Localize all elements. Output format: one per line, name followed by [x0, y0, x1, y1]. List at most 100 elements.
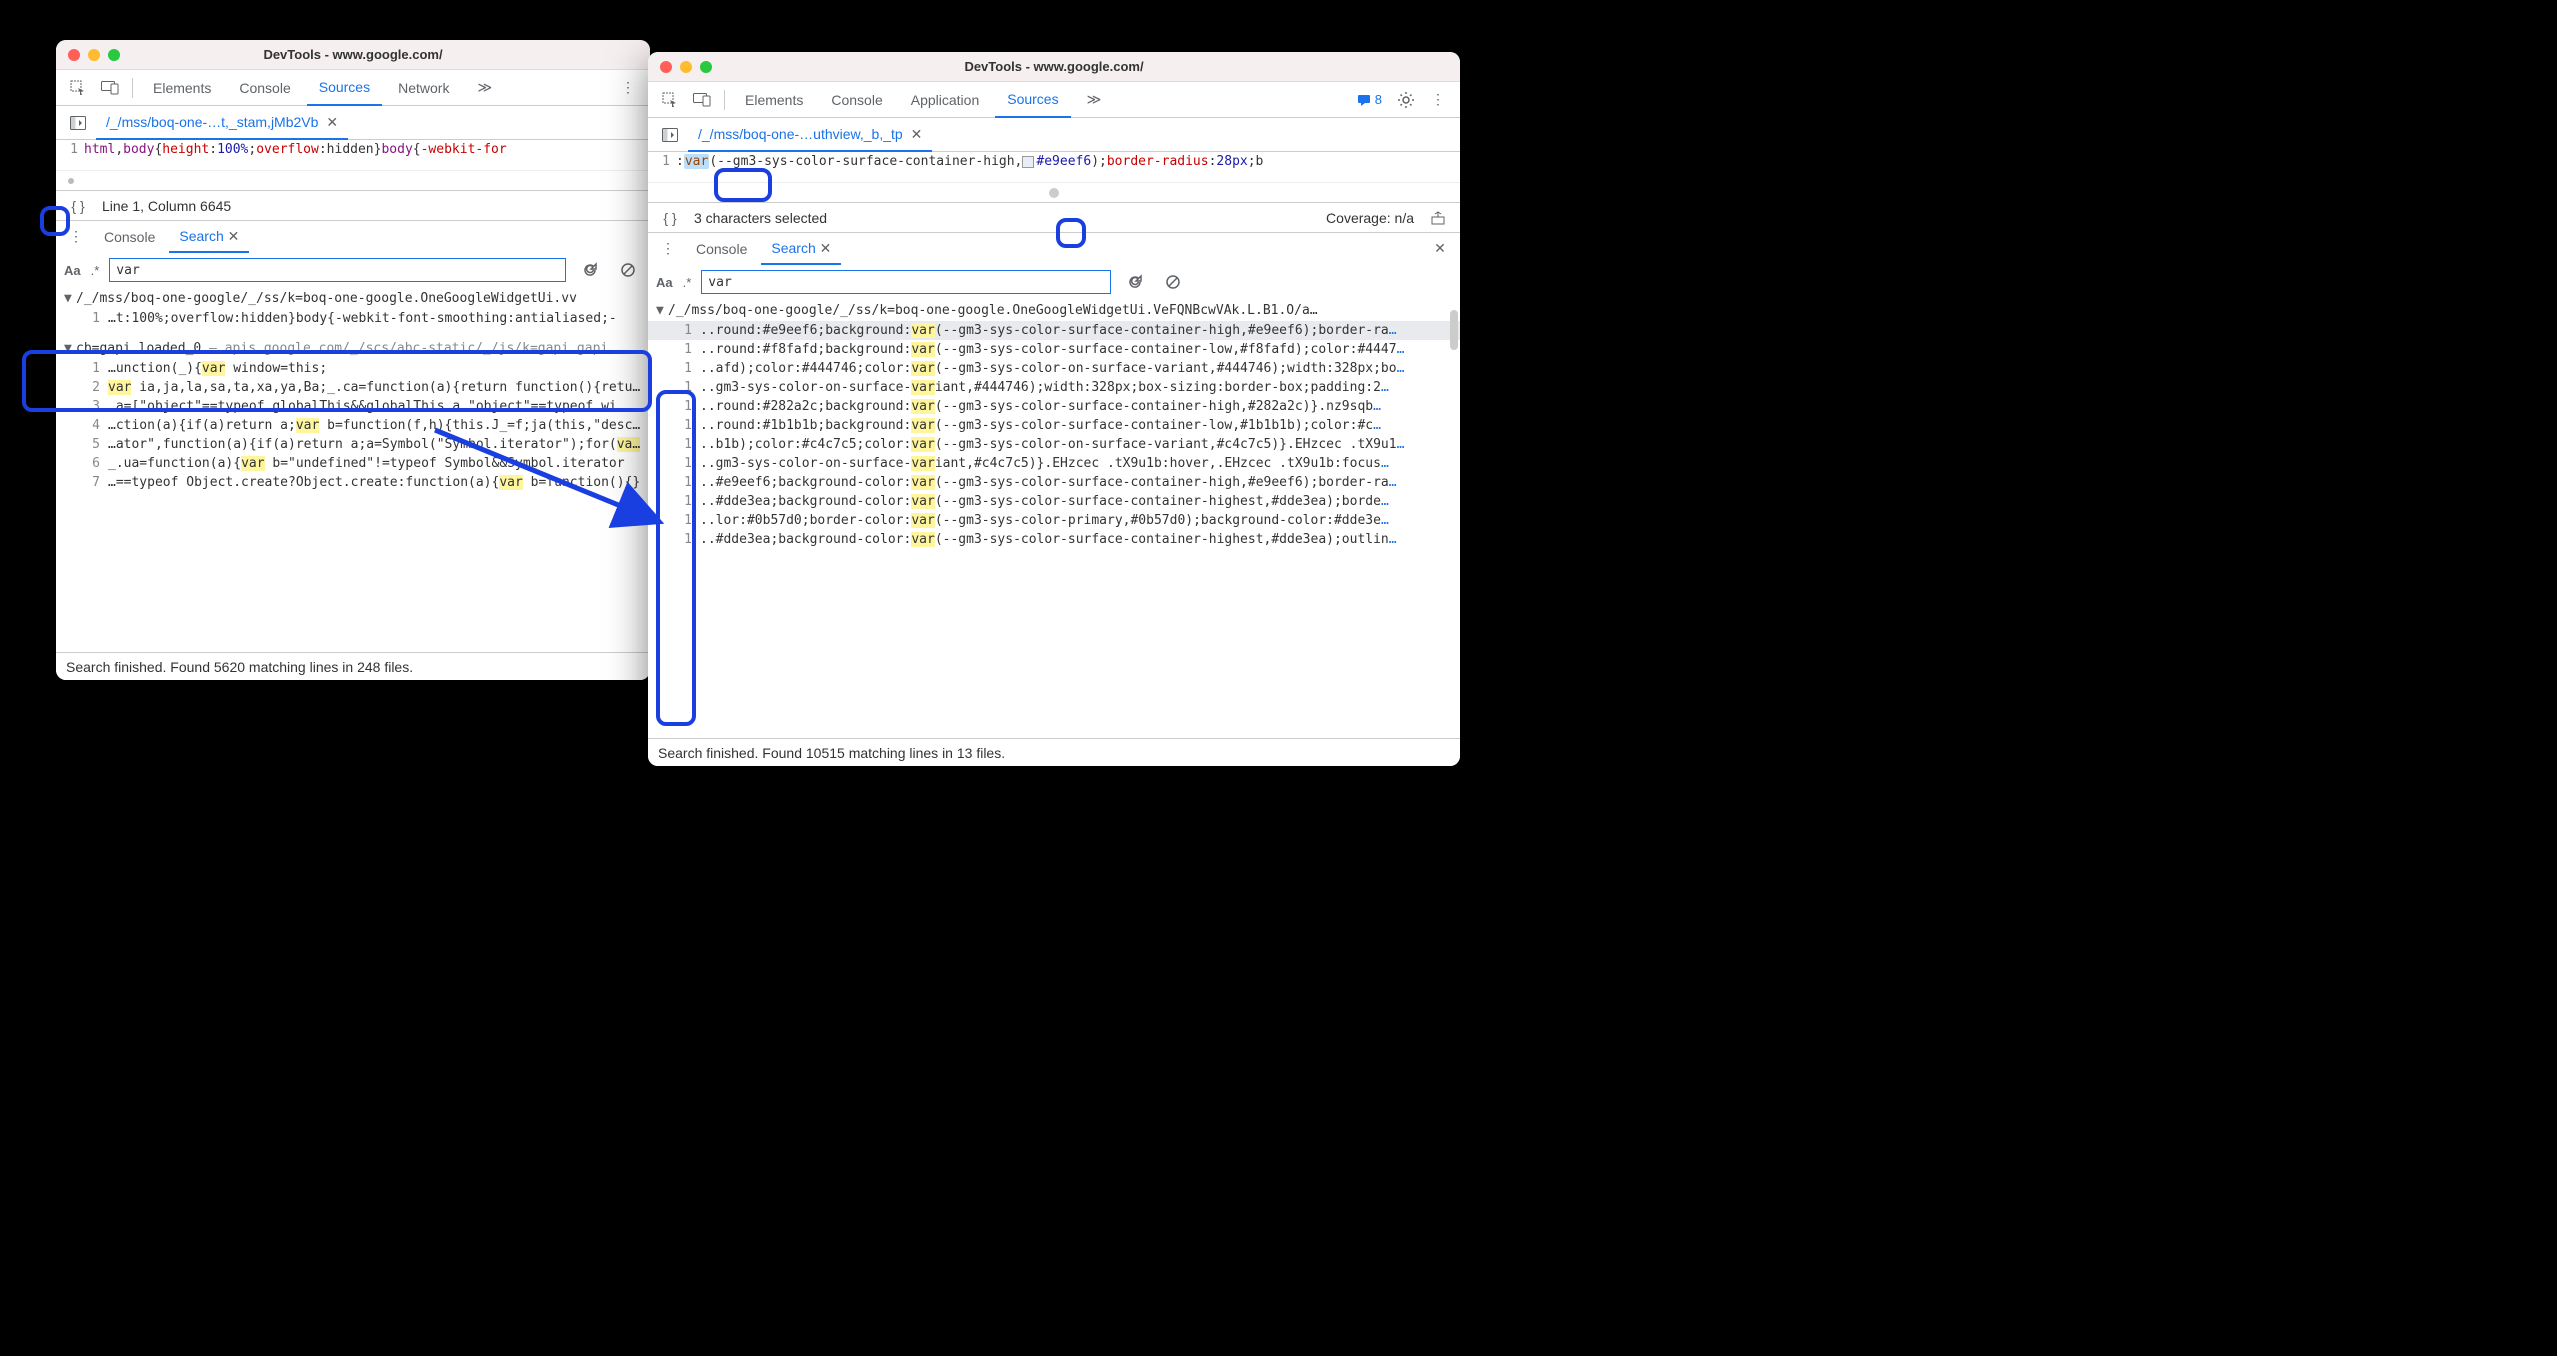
window-controls[interactable]	[660, 61, 712, 73]
inspect-icon[interactable]	[656, 86, 684, 114]
device-toolbar-icon[interactable]	[688, 86, 716, 114]
scrollbar-thumb[interactable]	[1450, 310, 1458, 350]
search-status: Search finished. Found 10515 matching li…	[648, 738, 1460, 766]
more-icon[interactable]: ⋮	[614, 74, 642, 102]
result-row[interactable]: 5…ator",function(a){if(a)return a;a=Symb…	[56, 435, 650, 454]
result-row[interactable]: 1..round:#f8fafd;background:var(--gm3-sy…	[648, 340, 1460, 359]
regex-toggle[interactable]: .*	[683, 275, 692, 290]
result-row[interactable]: 1..lor:#0b57d0;border-color:var(--gm3-sy…	[648, 511, 1460, 530]
drawer-more-icon[interactable]: ⋮	[62, 223, 90, 251]
window-controls[interactable]	[68, 49, 120, 61]
match-case-toggle[interactable]: Aa	[64, 263, 81, 278]
editor-status: { } 3 characters selected Coverage: n/a	[648, 202, 1460, 232]
window-title: DevTools - www.google.com/	[648, 59, 1460, 74]
result-row[interactable]: 2var ia,ja,la,sa,ta,xa,ya,Ba;_.ca=functi…	[56, 378, 650, 397]
inspect-icon[interactable]	[64, 74, 92, 102]
code-line[interactable]: html,body{height:100%;overflow:hidden}bo…	[84, 140, 507, 170]
maximize-window-icon[interactable]	[700, 61, 712, 73]
file-tabs: /_/mss/boq-one-…uthview,_b,_tp ✕	[648, 118, 1460, 152]
result-file-header[interactable]: ▼/_/mss/boq-one-google/_/ss/k=boq-one-go…	[56, 288, 650, 309]
close-window-icon[interactable]	[68, 49, 80, 61]
device-toolbar-icon[interactable]	[96, 74, 124, 102]
result-file-header[interactable]: ▼cb=gapi.loaded_0 — apis.google.com/_/sc…	[56, 338, 650, 359]
file-tabs: /_/mss/boq-one-…t,_stam,jMb2Vb ✕	[56, 106, 650, 140]
coverage-icon[interactable]	[1424, 204, 1452, 232]
close-drawer-icon[interactable]: ✕	[1426, 235, 1454, 263]
result-row[interactable]: 7…==typeof Object.create?Object.create:f…	[56, 473, 650, 492]
result-row[interactable]: 1..round:#e9eef6;background:var(--gm3-sy…	[648, 321, 1460, 340]
maximize-window-icon[interactable]	[108, 49, 120, 61]
result-row[interactable]: 1..b1b);color:#c4c7c5;color:var(--gm3-sy…	[648, 435, 1460, 454]
show-navigator-icon[interactable]	[656, 121, 684, 149]
result-row[interactable]: 6_.ua=function(a){var b="undefined"!=typ…	[56, 454, 650, 473]
result-row[interactable]: 1…t:100%;overflow:hidden}body{-webkit-fo…	[56, 309, 650, 328]
drawer-tab-search[interactable]: Search ✕	[169, 222, 249, 253]
minimize-window-icon[interactable]	[88, 49, 100, 61]
search-input[interactable]	[109, 258, 566, 282]
minimize-window-icon[interactable]	[680, 61, 692, 73]
result-file-header[interactable]: ▼/_/mss/boq-one-google/_/ss/k=boq-one-go…	[648, 300, 1460, 321]
tab-overflow[interactable]: ≫	[1075, 82, 1114, 117]
close-icon[interactable]: ✕	[911, 126, 923, 143]
result-row[interactable]: 1..afd);color:#444746;color:var(--gm3-sy…	[648, 359, 1460, 378]
drawer-tab-search[interactable]: Search ✕	[761, 234, 841, 265]
line-number: 1	[648, 152, 670, 172]
regex-toggle[interactable]: .*	[91, 263, 100, 278]
tab-elements[interactable]: Elements	[733, 82, 815, 117]
search-toolbar: Aa .*	[648, 264, 1460, 300]
result-row[interactable]: 1..round:#1b1b1b;background:var(--gm3-sy…	[648, 416, 1460, 435]
refresh-icon[interactable]	[576, 256, 604, 284]
result-row[interactable]: 1..gm3-sys-color-on-surface-variant,#c4c…	[648, 454, 1460, 473]
tab-application[interactable]: Application	[899, 82, 992, 117]
drawer-more-icon[interactable]: ⋮	[654, 235, 682, 263]
minimap[interactable]	[648, 182, 1460, 202]
clear-icon[interactable]	[614, 256, 642, 284]
close-icon[interactable]: ✕	[228, 228, 240, 245]
clear-icon[interactable]	[1159, 268, 1187, 296]
show-navigator-icon[interactable]	[64, 109, 92, 137]
search-input[interactable]	[701, 270, 1111, 294]
drawer-tab-console[interactable]: Console	[686, 233, 757, 264]
tab-overflow[interactable]: ≫	[465, 70, 504, 105]
line-number: 1	[56, 140, 78, 160]
result-row[interactable]: 4…ction(a){if(a)return a;var b=function(…	[56, 416, 650, 435]
pretty-print-icon[interactable]: { }	[656, 204, 684, 232]
refresh-icon[interactable]	[1121, 268, 1149, 296]
close-icon[interactable]: ✕	[820, 240, 832, 257]
minimap[interactable]	[56, 170, 650, 190]
close-window-icon[interactable]	[660, 61, 672, 73]
titlebar: DevTools - www.google.com/	[56, 40, 650, 70]
coverage-status: Coverage: n/a	[1326, 210, 1414, 226]
tab-console[interactable]: Console	[819, 82, 894, 117]
close-icon[interactable]: ✕	[326, 114, 338, 131]
messages-badge[interactable]: 8	[1351, 92, 1388, 107]
more-icon[interactable]: ⋮	[1424, 86, 1452, 114]
code-line[interactable]: :var(--gm3-sys-color-surface-container-h…	[676, 152, 1263, 182]
drawer-tab-console[interactable]: Console	[94, 221, 165, 252]
file-tab[interactable]: /_/mss/boq-one-…uthview,_b,_tp ✕	[688, 119, 932, 152]
result-row[interactable]: 1..#dde3ea;background-color:var(--gm3-sy…	[648, 492, 1460, 511]
drawer-tabs: ⋮ Console Search ✕	[56, 220, 650, 252]
result-row[interactable]: 1..#dde3ea;background-color:var(--gm3-sy…	[648, 530, 1460, 549]
match-case-toggle[interactable]: Aa	[656, 275, 673, 290]
tab-elements[interactable]: Elements	[141, 70, 223, 105]
titlebar: DevTools - www.google.com/	[648, 52, 1460, 82]
settings-icon[interactable]	[1392, 86, 1420, 114]
tab-network[interactable]: Network	[386, 70, 461, 105]
result-row[interactable]: 1..round:#282a2c;background:var(--gm3-sy…	[648, 397, 1460, 416]
pretty-print-icon[interactable]: { }	[64, 192, 92, 220]
code-editor[interactable]: 1 html,body{height:100%;overflow:hidden}…	[56, 140, 650, 170]
result-row[interactable]: 1..#e9eef6;background-color:var(--gm3-sy…	[648, 473, 1460, 492]
code-editor[interactable]: 1 :var(--gm3-sys-color-surface-container…	[648, 152, 1460, 182]
minimap-marker	[1049, 188, 1059, 198]
search-results[interactable]: ▼/_/mss/boq-one-google/_/ss/k=boq-one-go…	[648, 300, 1460, 738]
file-tab[interactable]: /_/mss/boq-one-…t,_stam,jMb2Vb ✕	[96, 107, 348, 140]
result-row[interactable]: 1..gm3-sys-color-on-surface-variant,#444…	[648, 378, 1460, 397]
search-results[interactable]: ▼/_/mss/boq-one-google/_/ss/k=boq-one-go…	[56, 288, 650, 652]
result-row[interactable]: 1…unction(_){var window=this;	[56, 359, 650, 378]
message-icon	[1357, 93, 1371, 107]
tab-console[interactable]: Console	[227, 70, 302, 105]
tab-sources[interactable]: Sources	[307, 71, 382, 106]
tab-sources[interactable]: Sources	[995, 83, 1070, 118]
result-row[interactable]: 3…a=["object"==typeof globalThis&&global…	[56, 397, 650, 416]
